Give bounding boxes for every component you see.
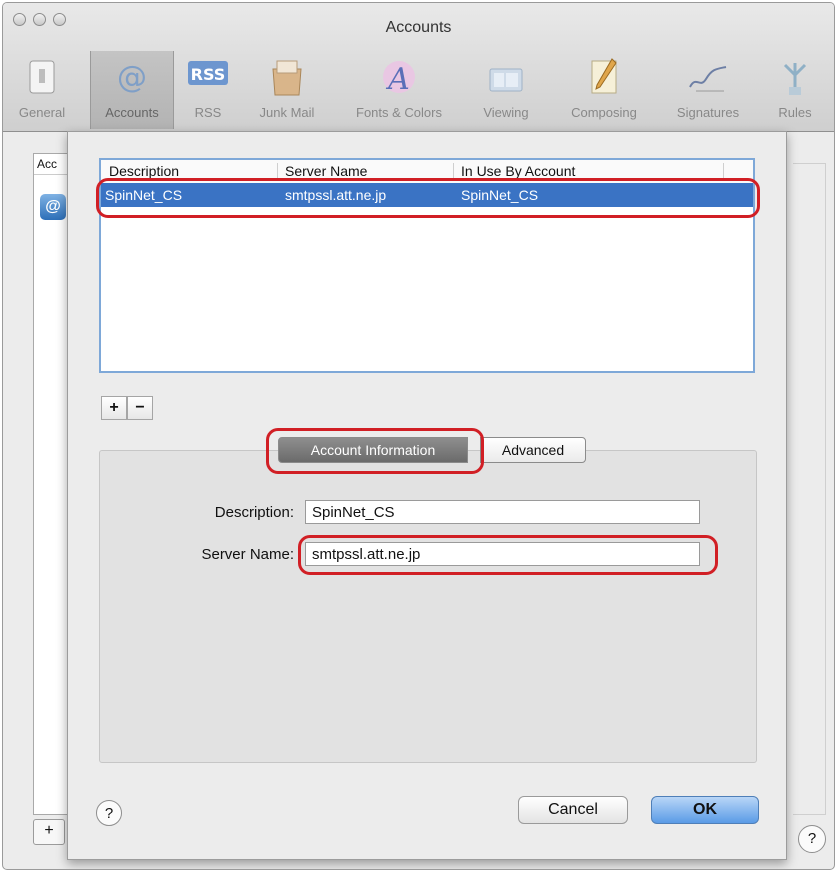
toolbar-junk-mail[interactable]: Junk Mail: [251, 55, 323, 127]
accounts-window: Accounts General @ Accounts RSS RSS Junk…: [2, 2, 835, 870]
general-switch-icon: [29, 60, 55, 94]
svg-text:RSS: RSS: [191, 65, 226, 84]
column-separator: [723, 163, 724, 180]
account-at-icon: @: [40, 194, 66, 220]
description-field[interactable]: [305, 500, 700, 524]
toolbar-rss[interactable]: RSS RSS: [183, 55, 233, 127]
remove-server-button[interactable]: −: [127, 396, 153, 420]
smtp-server-sheet: Description Server Name In Use By Accoun…: [67, 131, 787, 860]
column-header-in-use-by[interactable]: In Use By Account: [461, 163, 575, 179]
ok-button[interactable]: OK: [651, 796, 759, 824]
tab-content-box: [99, 450, 757, 763]
signature-icon: [689, 66, 727, 92]
tab-account-information[interactable]: Account Information: [278, 437, 468, 463]
table-header: Description Server Name In Use By Accoun…: [101, 160, 753, 184]
smtp-server-table: Description Server Name In Use By Accoun…: [99, 158, 755, 373]
toolbar-viewing[interactable]: Viewing: [475, 55, 537, 127]
account-details-panel: [793, 163, 826, 815]
at-sign-icon: @: [117, 60, 147, 95]
composing-icon: [591, 58, 617, 94]
title-bar: Accounts General @ Accounts RSS RSS Junk…: [3, 3, 834, 132]
toolbar-rules[interactable]: Rules: [765, 55, 825, 127]
cell-server-name: smtpssl.att.ne.jp: [285, 187, 387, 203]
add-account-button[interactable]: +: [33, 819, 65, 845]
rss-icon: RSS: [188, 61, 228, 85]
toolbar-fonts-colors[interactable]: A Fonts & Colors: [339, 55, 459, 127]
cell-description: SpinNet_CS: [105, 187, 183, 203]
table-row[interactable]: SpinNet_CS smtpssl.att.ne.jp SpinNet_CS: [101, 183, 753, 207]
toolbar-signatures[interactable]: Signatures: [663, 55, 753, 127]
column-header-server-name[interactable]: Server Name: [285, 163, 367, 179]
preferences-help-button[interactable]: ?: [798, 825, 826, 853]
server-name-field[interactable]: [305, 542, 700, 566]
fonts-colors-icon: A: [383, 61, 415, 97]
cell-in-use-by: SpinNet_CS: [461, 187, 539, 203]
toolbar-accounts[interactable]: @ Accounts: [90, 51, 174, 129]
server-name-label: Server Name:: [201, 546, 294, 563]
rules-icon: [783, 63, 807, 95]
junk-mail-icon: [272, 60, 302, 96]
window-title: Accounts: [385, 19, 452, 36]
svg-text:@: @: [117, 60, 147, 95]
add-server-button[interactable]: +: [101, 396, 127, 420]
add-remove-controls: + −: [101, 396, 153, 420]
viewing-icon: [489, 68, 523, 92]
tab-advanced[interactable]: Advanced: [480, 437, 586, 463]
column-header-description[interactable]: Description: [109, 163, 179, 179]
toolbar-composing[interactable]: Composing: [558, 55, 650, 127]
description-label: Description:: [214, 504, 294, 521]
svg-text:A: A: [385, 62, 410, 97]
column-separator: [277, 163, 278, 180]
column-separator: [453, 163, 454, 180]
help-button[interactable]: ?: [96, 800, 122, 826]
toolbar-general[interactable]: General: [7, 55, 77, 127]
cancel-button[interactable]: Cancel: [518, 796, 628, 824]
